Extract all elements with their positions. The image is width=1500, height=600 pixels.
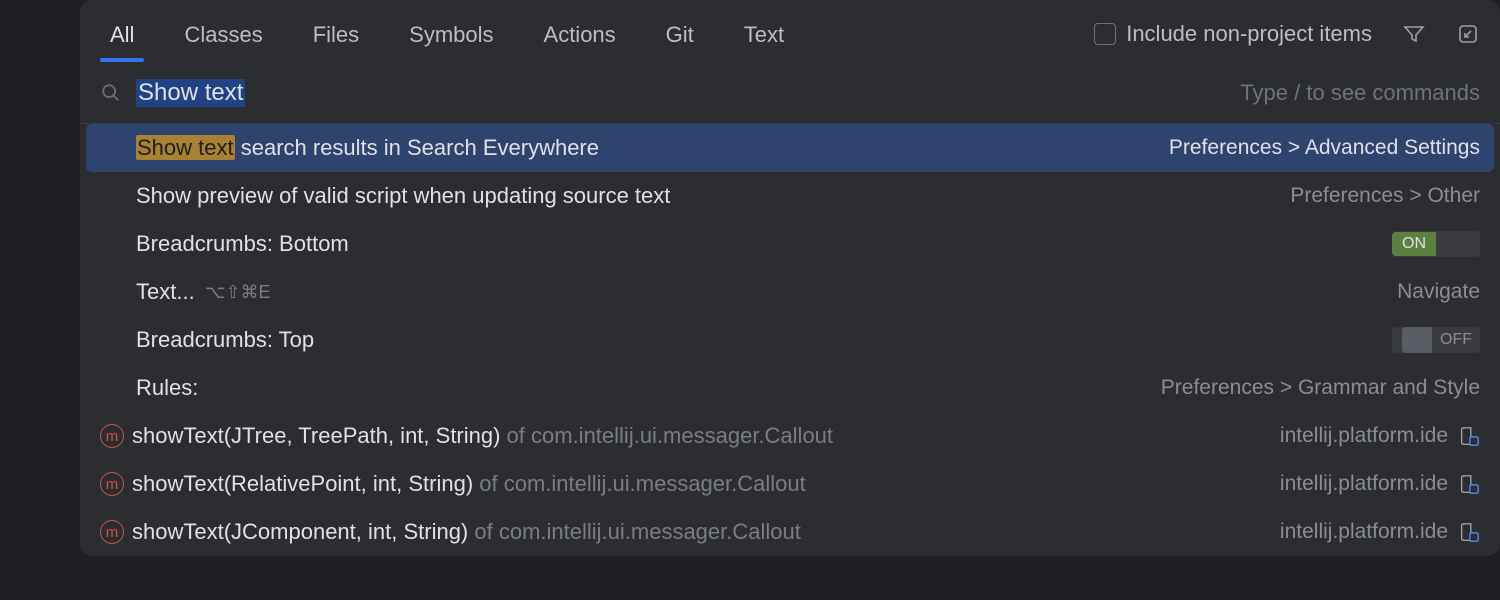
result-row[interactable]: Show preview of valid script when updati…: [80, 172, 1500, 220]
result-row[interactable]: Breadcrumbs: Top OFF: [80, 316, 1500, 364]
result-label: Breadcrumbs: Top: [136, 327, 314, 353]
result-row[interactable]: Rules: Preferences > Grammar and Style: [80, 364, 1500, 412]
result-location: Preferences > Grammar and Style: [1161, 376, 1480, 400]
result-row[interactable]: Show text search results in Search Every…: [86, 124, 1494, 172]
tab-git[interactable]: Git: [656, 14, 704, 62]
search-query-text: Show text: [136, 79, 245, 107]
toggle-on[interactable]: ON: [1392, 231, 1480, 257]
library-icon: [1458, 473, 1480, 495]
checkbox-icon: [1094, 23, 1116, 45]
tab-files[interactable]: Files: [303, 14, 369, 62]
toggle-knob: [1402, 327, 1432, 353]
search-everywhere-popup: All Classes Files Symbols Actions Git Te…: [80, 0, 1500, 556]
result-label: Show preview of valid script when updati…: [136, 183, 670, 209]
tab-bar: All Classes Files Symbols Actions Git Te…: [80, 0, 1500, 63]
tab-symbols[interactable]: Symbols: [399, 14, 503, 62]
library-icon: [1458, 425, 1480, 447]
result-row[interactable]: m showText(JComponent, int, String) of c…: [80, 508, 1500, 556]
result-row[interactable]: Breadcrumbs: Bottom ON: [80, 220, 1500, 268]
method-signature: showText(RelativePoint, int, String): [132, 471, 473, 496]
search-icon: [100, 82, 122, 104]
method-icon: m: [100, 520, 124, 544]
library-icon: [1458, 521, 1480, 543]
tab-actions[interactable]: Actions: [534, 14, 626, 62]
result-label: Breadcrumbs: Bottom: [136, 231, 349, 257]
tab-all[interactable]: All: [100, 14, 144, 62]
method-class: of com.intellij.ui.messager.Callout: [500, 423, 833, 448]
open-in-tool-window-icon[interactable]: [1456, 22, 1480, 54]
results-list: Show text search results in Search Every…: [80, 124, 1500, 556]
search-hint: Type / to see commands: [1240, 80, 1480, 106]
shortcut-label: ⌥⇧⌘E: [205, 282, 271, 303]
module-name: intellij.platform.ide: [1280, 520, 1448, 544]
result-row[interactable]: m showText(JTree, TreePath, int, String)…: [80, 412, 1500, 460]
module-name: intellij.platform.ide: [1280, 424, 1448, 448]
search-input[interactable]: Show text: [136, 79, 1226, 107]
include-non-project-checkbox[interactable]: Include non-project items: [1094, 21, 1372, 55]
toggle-state-label: ON: [1392, 232, 1436, 256]
method-class: of com.intellij.ui.messager.Callout: [473, 471, 806, 496]
method-signature: showText(JComponent, int, String): [132, 519, 468, 544]
method-signature: showText(JTree, TreePath, int, String): [132, 423, 500, 448]
result-label: Text...: [136, 279, 195, 305]
result-label: Rules:: [136, 375, 198, 401]
method-class: of com.intellij.ui.messager.Callout: [468, 519, 801, 544]
filter-icon[interactable]: [1402, 22, 1426, 54]
match-highlight: Show text: [136, 135, 235, 160]
module-name: intellij.platform.ide: [1280, 472, 1448, 496]
result-location: Navigate: [1397, 280, 1480, 304]
method-icon: m: [100, 424, 124, 448]
result-row[interactable]: m showText(RelativePoint, int, String) o…: [80, 460, 1500, 508]
result-location: Preferences > Advanced Settings: [1169, 136, 1480, 160]
result-location: Preferences > Other: [1290, 184, 1480, 208]
toggle-off[interactable]: OFF: [1392, 327, 1480, 353]
method-icon: m: [100, 472, 124, 496]
toggle-state-label: OFF: [1432, 331, 1480, 349]
search-row: Show text Type / to see commands: [80, 63, 1500, 124]
tab-text[interactable]: Text: [734, 14, 794, 62]
tab-classes[interactable]: Classes: [174, 14, 272, 62]
result-row[interactable]: Text... ⌥⇧⌘E Navigate: [80, 268, 1500, 316]
result-label: search results in Search Everywhere: [235, 135, 599, 160]
checkbox-label: Include non-project items: [1126, 21, 1372, 47]
